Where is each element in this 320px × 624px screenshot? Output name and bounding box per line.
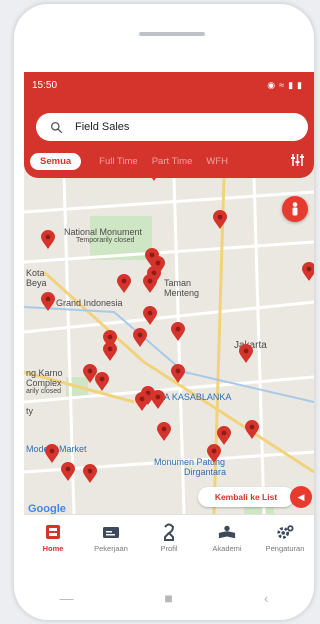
map-label-arily-closed: arily closed (26, 388, 62, 395)
job-location-pin[interactable] (95, 372, 109, 392)
nav-pekerjaan[interactable]: Pekerjaan (82, 515, 140, 568)
bottom-navigation: Home Pekerjaan Profil Akademi Pengaturan (24, 514, 314, 568)
map-label-dirgantara: Dirgantara (184, 467, 227, 477)
nav-akademi-label: Akademi (212, 544, 242, 553)
filter-settings-icon[interactable] (291, 154, 304, 169)
job-location-pin[interactable] (143, 306, 157, 326)
map-label-taman: Taman (164, 278, 192, 288)
job-location-pin[interactable] (135, 392, 149, 412)
nearby-person-button[interactable] (282, 196, 308, 222)
job-location-pin[interactable] (245, 420, 259, 440)
map-label-temporarily-closed: Temporarily closed (76, 237, 135, 244)
map-label-kota: Kota (26, 268, 45, 278)
search-bar[interactable]: Field Sales (36, 113, 308, 141)
search-icon (50, 121, 63, 133)
nav-profil-label: Profil (160, 544, 178, 553)
recent-apps-icon[interactable]: — (59, 590, 73, 606)
filter-tabs: Semua Full Time Part Time WFH (24, 152, 314, 170)
map-label-ty: ty (26, 406, 34, 416)
map-label-menteng: Menteng (164, 288, 200, 298)
job-location-pin[interactable] (41, 230, 55, 250)
status-icons: ◉ ≈ ▮ ▮ (267, 80, 302, 91)
app-header: 15:50 ◉ ≈ ▮ ▮ Field Sales Semua Full Tim… (24, 72, 314, 178)
tab-part-time[interactable]: Part Time (152, 156, 193, 167)
job-location-pin[interactable] (157, 422, 171, 442)
job-location-pin[interactable] (117, 274, 131, 294)
person-icon (292, 202, 298, 216)
status-time: 15:50 (32, 79, 58, 91)
job-location-pin[interactable] (151, 390, 165, 410)
phone-frame: National Monument Temporarily closed Kot… (14, 4, 314, 620)
academy-icon (218, 523, 236, 541)
job-location-pin[interactable] (83, 464, 97, 484)
nav-home-label: Home (42, 544, 64, 553)
profile-icon (160, 523, 178, 541)
back-to-list-label[interactable]: Kembali ke List (198, 487, 294, 507)
search-input[interactable]: Field Sales (75, 121, 129, 133)
tab-wfh[interactable]: WFH (206, 156, 228, 167)
nav-akademi[interactable]: Akademi (198, 515, 256, 568)
tab-full-time[interactable]: Full Time (99, 156, 138, 167)
tab-semua[interactable]: Semua (30, 152, 82, 170)
home-icon (44, 523, 62, 541)
job-location-pin[interactable] (41, 292, 55, 312)
job-location-pin[interactable] (207, 444, 221, 464)
job-location-pin[interactable] (133, 328, 147, 348)
map-label-grand-indonesia: Grand Indonesia (56, 298, 123, 308)
back-chevron-icon[interactable]: ‹ (264, 590, 269, 606)
phone-speaker (139, 32, 205, 36)
job-location-pin[interactable] (45, 444, 59, 464)
nav-home[interactable]: Home (24, 515, 82, 568)
map-label-complex: Complex (26, 378, 62, 388)
map-label-national-monument: National Monument (64, 227, 143, 237)
nav-pekerjaan-label: Pekerjaan (94, 544, 128, 553)
job-location-pin[interactable] (103, 342, 117, 362)
map-label-beya: Beya (26, 278, 47, 288)
app-screen: National Monument Temporarily closed Kot… (24, 72, 314, 568)
signal-icon: ▮ (288, 79, 294, 90)
briefcase-icon (102, 523, 120, 541)
job-location-pin[interactable] (302, 262, 314, 282)
nav-pengaturan[interactable]: Pengaturan (256, 515, 314, 568)
job-location-pin[interactable] (61, 462, 75, 482)
job-location-pin[interactable] (213, 210, 227, 230)
battery-icon: ▮ (297, 79, 302, 90)
home-square-icon[interactable]: ■ (164, 590, 172, 606)
back-to-list[interactable]: Kembali ke List ◀ (198, 486, 312, 508)
job-location-pin[interactable] (143, 274, 157, 294)
wifi-icon: ≈ (279, 80, 285, 90)
nav-pengaturan-label: Pengaturan (265, 544, 305, 553)
back-arrow-icon[interactable]: ◀ (290, 486, 312, 508)
job-location-pin[interactable] (239, 344, 253, 364)
map-label-ng-karno: ng Karno (26, 368, 63, 378)
job-location-pin[interactable] (171, 322, 185, 342)
system-navigation: — ■ ‹ (14, 578, 314, 618)
settings-icon (276, 523, 294, 541)
job-location-pin[interactable] (171, 364, 185, 384)
status-bar: 15:50 ◉ ≈ ▮ ▮ (24, 72, 314, 98)
nav-profil[interactable]: Profil (140, 515, 198, 568)
location-icon: ◉ (267, 79, 276, 90)
job-location-pin[interactable] (217, 426, 231, 446)
